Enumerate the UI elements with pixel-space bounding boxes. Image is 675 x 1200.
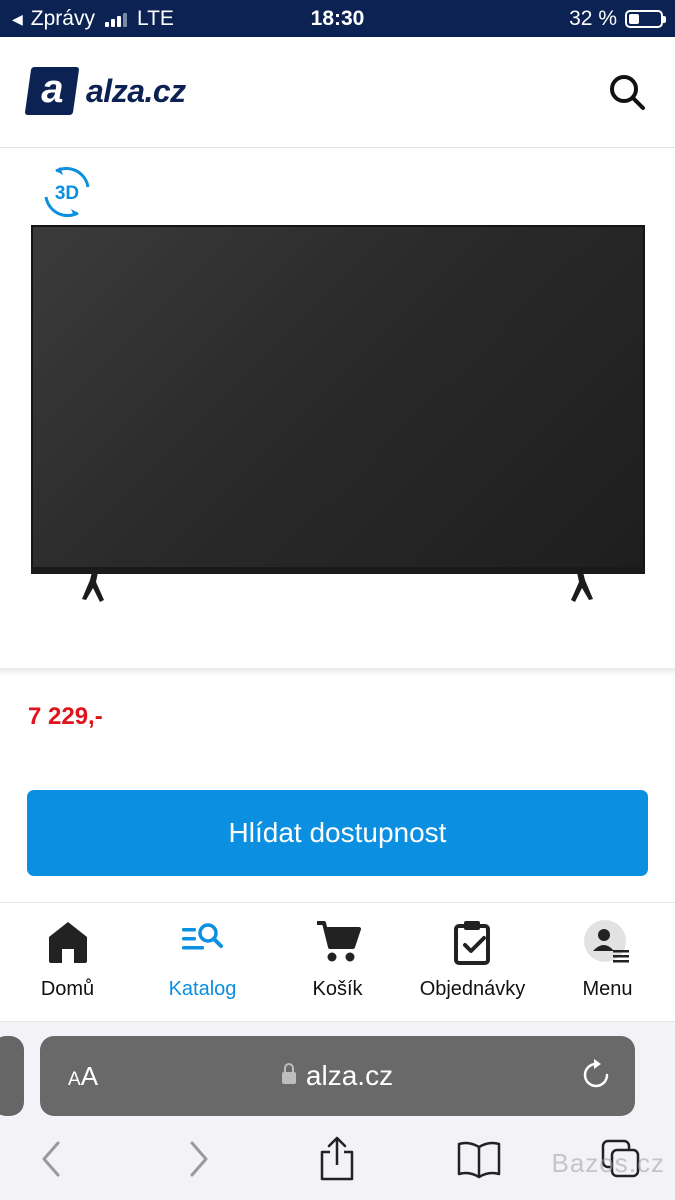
- logo-text: alza.cz: [86, 72, 186, 109]
- search-icon[interactable]: [607, 72, 647, 112]
- previous-tab-peek[interactable]: [0, 1036, 24, 1116]
- tab-home[interactable]: Domů: [0, 903, 135, 1023]
- lock-icon: [281, 1063, 296, 1084]
- section-divider: [0, 668, 675, 676]
- alza-logo[interactable]: a alza.cz: [24, 67, 186, 115]
- battery-percent: 32 %: [569, 7, 617, 30]
- status-bar: ◀ Zprávy LTE 18:30 32 %: [0, 0, 675, 37]
- product-gallery[interactable]: 3D: [0, 148, 675, 668]
- battery-icon: [625, 10, 666, 28]
- 3d-view-icon[interactable]: 3D: [38, 163, 96, 221]
- url-text: alza.cz: [305, 1060, 394, 1091]
- chevron-right-icon: [190, 1141, 208, 1177]
- tv-leg-right: [571, 572, 593, 602]
- chevron-left-icon: [42, 1141, 60, 1177]
- tab-menu[interactable]: Menu: [540, 903, 675, 1023]
- site-header: a alza.cz: [0, 37, 675, 148]
- bookmarks-button[interactable]: [456, 1134, 502, 1184]
- battery-fill: [629, 14, 639, 24]
- tab-home-label: Domů: [40, 978, 95, 1000]
- tab-menu-label: Menu: [582, 978, 633, 1000]
- browser-forward-button[interactable]: [178, 1134, 218, 1184]
- tab-orders-label: Objednávky: [419, 978, 526, 1000]
- address-bar[interactable]: AA alza.cz: [40, 1036, 635, 1116]
- tab-catalog-label: Katalog: [168, 978, 237, 1000]
- book-icon: [457, 1141, 501, 1179]
- status-right: 32 %: [569, 7, 666, 31]
- home-icon: [48, 922, 87, 963]
- tab-catalog[interactable]: Katalog: [135, 903, 270, 1023]
- share-icon: [320, 1136, 354, 1181]
- browser-back-button[interactable]: [32, 1134, 72, 1184]
- tv-image: [31, 225, 645, 569]
- cart-icon: [316, 921, 361, 962]
- tv-bezel: [31, 567, 645, 574]
- bottom-tab-bar: Domů Katalog Košík Objednávky Menu: [0, 902, 675, 1022]
- share-button[interactable]: [317, 1134, 357, 1184]
- tab-cart[interactable]: Košík: [270, 903, 405, 1023]
- url-display[interactable]: alza.cz: [40, 1060, 635, 1092]
- logo-mark: a: [24, 67, 80, 115]
- reload-icon[interactable]: [579, 1058, 613, 1092]
- watch-availability-button[interactable]: Hlídat dostupnost: [27, 790, 648, 876]
- tv-leg-left: [82, 572, 104, 602]
- logo-mark-letter: a: [41, 67, 64, 111]
- product-price: 7 229,-: [28, 703, 103, 730]
- watermark: Bazos.cz: [551, 1148, 665, 1178]
- orders-clipboard-icon: [453, 921, 490, 965]
- tab-orders[interactable]: Objednávky: [405, 903, 540, 1023]
- user-menu-icon: [583, 920, 629, 963]
- tab-cart-label: Košík: [312, 978, 363, 1000]
- 3d-badge-label: 3D: [55, 183, 79, 204]
- catalog-search-icon: [181, 923, 223, 950]
- browser-toolbar: AA alza.cz Bazos.cz: [0, 1022, 675, 1200]
